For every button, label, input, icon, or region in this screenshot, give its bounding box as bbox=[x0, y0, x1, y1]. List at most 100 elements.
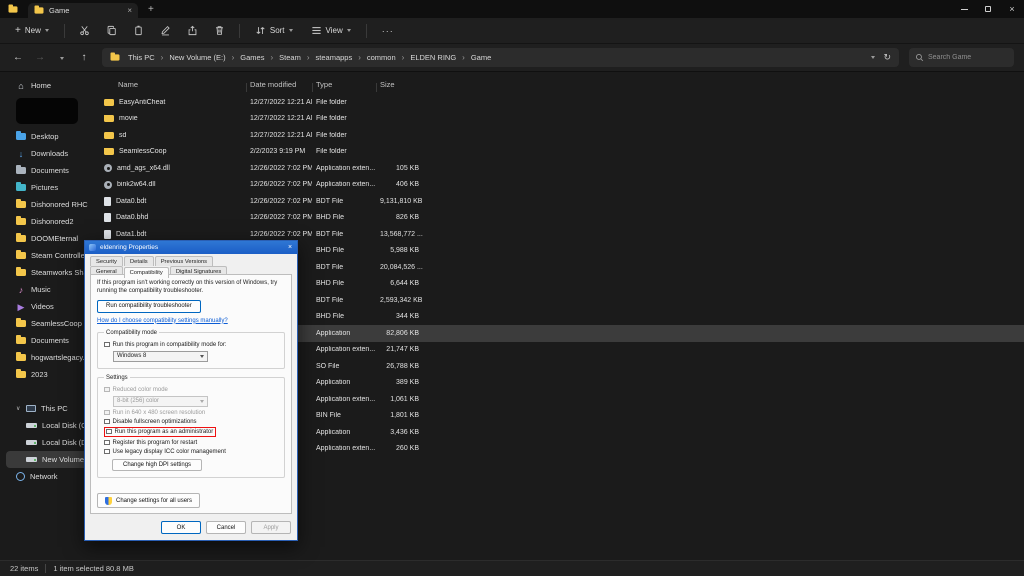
file-row-seamlesscoop[interactable]: SeamlessCoop 2/2/2023 9:19 PM File folder bbox=[100, 144, 1024, 161]
close-button[interactable]: × bbox=[1000, 0, 1024, 18]
delete-button[interactable] bbox=[208, 22, 231, 39]
ok-button[interactable]: OK bbox=[161, 521, 201, 534]
chevron-down-icon bbox=[346, 29, 351, 32]
sidebar-item-seamlesscoop[interactable]: SeamlessCoop bbox=[6, 315, 94, 332]
sidebar-item-hogwartslegacy-e[interactable]: hogwartslegacy.e... bbox=[6, 349, 95, 366]
sidebar-item-local-disk-c[interactable]: Local Disk (C:) bbox=[6, 417, 94, 434]
file-row-amd-ags-x64-dll[interactable]: amd_ags_x64.dll 12/26/2022 7:02 PM Applica… bbox=[100, 160, 1024, 177]
file-row-easyanticheat[interactable]: EasyAntiCheat 12/27/2022 12:21 AM File fol… bbox=[100, 94, 1024, 111]
dialog-titlebar[interactable]: eldenring Properties × bbox=[85, 241, 297, 254]
sidebar-item-music[interactable]: ♪ Music bbox=[6, 281, 94, 298]
cut-button[interactable] bbox=[73, 22, 96, 39]
compat-help-link[interactable]: How do I choose compatibility settings m… bbox=[97, 318, 285, 324]
copy-button[interactable] bbox=[100, 22, 123, 39]
fullscreen-checkbox[interactable]: Disable fullscreen optimizations bbox=[104, 419, 278, 425]
color-mode-dropdown[interactable]: 8-bit (256) color bbox=[113, 395, 208, 407]
sort-button[interactable]: Sort bbox=[248, 22, 300, 39]
run-troubleshooter-button[interactable]: Run compatibility troubleshooter bbox=[97, 299, 201, 313]
sidebar-item-dishonored2[interactable]: Dishonored2 bbox=[6, 213, 94, 230]
share-button[interactable] bbox=[181, 22, 204, 39]
sidebar-item-desktop[interactable]: Desktop bbox=[6, 128, 94, 145]
breadcrumb-item-game[interactable]: Game bbox=[469, 52, 493, 63]
compat-mode-checkbox[interactable]: Run this program in compatibility mode f… bbox=[104, 342, 278, 348]
breadcrumb-item-elden-ring[interactable]: ELDEN RING bbox=[408, 52, 458, 63]
sidebar-item-home[interactable]: ⌂ Home bbox=[6, 77, 94, 94]
minimize-button[interactable] bbox=[952, 0, 976, 18]
file-type-cell: Application exten... bbox=[316, 346, 376, 354]
refresh-icon[interactable]: ↻ bbox=[883, 52, 891, 63]
explorer-tab-game[interactable]: Game × bbox=[28, 3, 138, 18]
breadcrumb-item-this-pc[interactable]: This PC bbox=[126, 52, 157, 63]
sidebar-item-dishonored-rhc[interactable]: Dishonored RHC bbox=[6, 196, 94, 213]
file-row-data0-bhd[interactable]: Data0.bhd 12/26/2022 7:02 PM BHD File 826 K… bbox=[100, 210, 1024, 227]
forward-button[interactable]: → bbox=[32, 52, 48, 63]
sidebar-item-item[interactable] bbox=[6, 94, 94, 128]
search-box[interactable] bbox=[909, 48, 1014, 67]
icc-checkbox[interactable]: Use legacy display ICC color management bbox=[104, 449, 278, 455]
register-restart-checkbox[interactable]: Register this program for restart bbox=[104, 440, 278, 446]
more-options-button[interactable]: ··· bbox=[375, 23, 401, 39]
breadcrumb-item-steam[interactable]: Steam bbox=[277, 52, 303, 63]
recent-locations-button[interactable] bbox=[54, 52, 70, 63]
network-icon bbox=[16, 472, 25, 481]
view-button[interactable]: View bbox=[304, 22, 358, 39]
column-header-size[interactable]: Size bbox=[376, 80, 422, 92]
sidebar-item-downloads[interactable]: ↓ Downloads bbox=[6, 145, 94, 162]
maximize-icon bbox=[985, 6, 991, 12]
change-all-users-button[interactable]: Change settings for all users bbox=[97, 493, 201, 508]
change-dpi-button[interactable]: Change high DPI settings bbox=[112, 458, 203, 471]
maximize-button[interactable] bbox=[976, 0, 1000, 18]
file-row-movie[interactable]: movie 12/27/2022 12:21 AM File folder bbox=[100, 111, 1024, 128]
tab-close-icon[interactable]: × bbox=[127, 6, 132, 15]
dialog-close-icon[interactable]: × bbox=[283, 244, 297, 251]
column-header-date-modified[interactable]: Date modified bbox=[246, 80, 312, 92]
file-name: movie bbox=[119, 115, 138, 123]
sidebar-item-documents[interactable]: Documents bbox=[6, 332, 94, 349]
file-row-data0-bdt[interactable]: Data0.bdt 12/26/2022 7:02 PM BDT File 9,131… bbox=[100, 193, 1024, 210]
back-button[interactable]: ← bbox=[10, 52, 26, 63]
rename-button[interactable] bbox=[154, 22, 177, 39]
sidebar-item-videos[interactable]: ▶ Videos bbox=[6, 298, 94, 315]
file-row-bink2w64-dll[interactable]: bink2w64.dll 12/26/2022 7:02 PM Applicatio… bbox=[100, 177, 1024, 194]
file-size-cell: 5,988 KB bbox=[390, 247, 419, 255]
sidebar-item-local-disk-d[interactable]: Local Disk (D:) bbox=[6, 434, 94, 451]
sidebar-item-steam-controlle[interactable]: Steam Controlle... bbox=[6, 247, 94, 264]
breadcrumb-item-games[interactable]: Games bbox=[238, 52, 266, 63]
reduced-color-label: Reduced color mode bbox=[112, 386, 168, 393]
address-dropdown-icon[interactable] bbox=[871, 56, 876, 59]
dialog-tab-compatibility[interactable]: Compatibility bbox=[123, 267, 169, 278]
apply-button[interactable]: Apply bbox=[251, 521, 291, 534]
sidebar-item-steamworks-sha[interactable]: Steamworks Sha... bbox=[6, 264, 94, 281]
resolution-checkbox[interactable]: Run in 640 x 480 screen resolution bbox=[104, 410, 278, 416]
new-button[interactable]: + New bbox=[8, 23, 56, 38]
sidebar-item-network[interactable]: Network bbox=[6, 468, 94, 485]
sidebar-item-2023[interactable]: 2023 bbox=[6, 366, 94, 383]
sidebar-item-this-pc[interactable]: ∨ This PC bbox=[6, 400, 94, 417]
breadcrumb-bar[interactable]: This PC › New Volume (E:) › Games › Steam › stea… bbox=[102, 48, 899, 67]
file-row-sd[interactable]: sd 12/27/2022 12:21 AM File folder bbox=[100, 127, 1024, 144]
chevron-expanded-icon[interactable]: ∨ bbox=[16, 405, 21, 412]
breadcrumb-item-new-volume-e[interactable]: New Volume (E:) bbox=[167, 52, 227, 63]
dialog-tab-previous-versions[interactable]: Previous Versions bbox=[154, 256, 214, 266]
run-as-admin-checkbox[interactable]: Run this program as an administrator bbox=[106, 429, 213, 435]
up-button[interactable]: ↑ bbox=[76, 52, 92, 63]
search-input[interactable] bbox=[928, 54, 1008, 61]
breadcrumb-item-steamapps[interactable]: steamapps bbox=[314, 52, 355, 63]
column-headers: Name Date modified Type Size bbox=[100, 76, 1024, 92]
dialog-tab-details[interactable]: Details bbox=[123, 256, 154, 266]
paste-button[interactable] bbox=[127, 22, 150, 39]
new-tab-button[interactable]: + bbox=[148, 4, 154, 15]
cancel-button[interactable]: Cancel bbox=[206, 521, 246, 534]
file-type-cell: File folder bbox=[316, 131, 347, 139]
sidebar-item-new-volume-e[interactable]: New Volume (E:) bbox=[6, 451, 98, 468]
column-header-type[interactable]: Type bbox=[312, 80, 376, 92]
reduced-color-checkbox[interactable]: Reduced color mode bbox=[104, 387, 278, 393]
dialog-tab-security[interactable]: Security bbox=[90, 256, 123, 266]
sidebar-item-pictures[interactable]: Pictures bbox=[6, 179, 94, 196]
column-header-name[interactable]: Name bbox=[100, 80, 246, 89]
compat-os-dropdown[interactable]: Windows 8 bbox=[113, 350, 208, 362]
file-name-cell: bink2w64.dll bbox=[100, 180, 246, 189]
sidebar-item-documents[interactable]: Documents bbox=[6, 162, 94, 179]
breadcrumb-item-common[interactable]: common bbox=[365, 52, 398, 63]
sidebar-item-doometernal[interactable]: DOOMEternal bbox=[6, 230, 94, 247]
